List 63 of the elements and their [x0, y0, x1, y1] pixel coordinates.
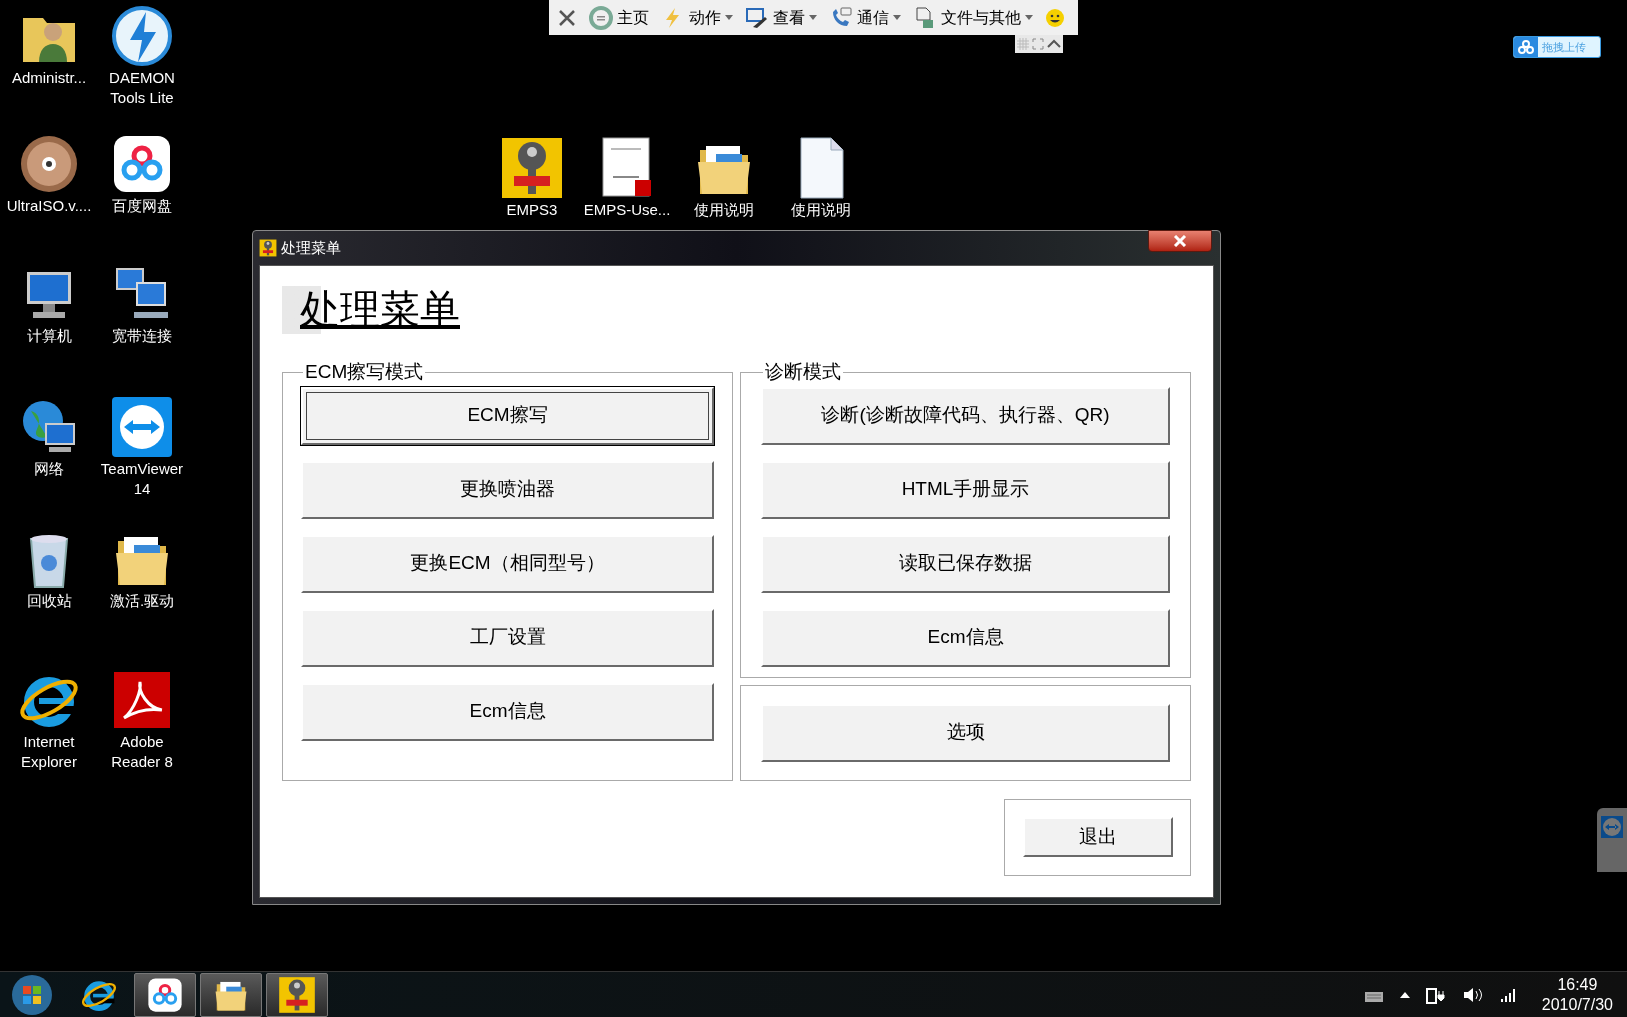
options-button[interactable]: 选项 — [761, 703, 1170, 762]
desktop-icon-label: EMPS3 — [506, 200, 558, 220]
taskbar-button[interactable] — [200, 972, 262, 1017]
cloud-app-icon — [146, 975, 184, 1014]
key-icon — [259, 239, 277, 257]
key-icon — [278, 975, 316, 1014]
close-icon — [557, 7, 577, 28]
caret-icon — [1025, 14, 1033, 21]
menu-button[interactable]: 更换喷油器 — [301, 460, 714, 519]
menu-button[interactable]: ECM擦写 — [301, 386, 714, 445]
caret-icon — [725, 14, 733, 21]
monitor-icon — [745, 5, 769, 30]
caret-up-icon[interactable] — [1399, 990, 1410, 999]
menu-button[interactable]: Ecm信息 — [301, 682, 714, 741]
lightning-disc-icon — [110, 4, 174, 68]
close-button[interactable] — [557, 7, 577, 28]
clock[interactable]: 16:49 2010/7/30 — [1541, 974, 1613, 1015]
caret-icon — [809, 14, 817, 21]
desktop-icon-label: 百度网盘 — [112, 196, 172, 216]
smiley-button[interactable] — [1045, 7, 1065, 28]
chevron-up-icon[interactable] — [1047, 39, 1062, 49]
menu-button[interactable]: 诊断(诊断故障代码、执行器、QR) — [761, 386, 1170, 445]
cloud-icon — [1518, 40, 1534, 54]
toolbar-menu-button[interactable]: 文件与其他 — [913, 5, 1033, 30]
desktop-icon-label: EMPS-Use... — [583, 200, 671, 220]
desktop-icon-label: 计算机 — [26, 326, 72, 346]
speaker-icon[interactable] — [1461, 985, 1484, 1004]
taskbar-button[interactable] — [134, 972, 196, 1017]
desktop-icon-label: 激活.驱动 — [109, 591, 175, 611]
signal-bars-icon[interactable] — [1499, 987, 1518, 1002]
desktop-icon-label: 网络 — [34, 459, 64, 479]
taskbar-button[interactable] — [266, 972, 328, 1017]
desktop-icon-label: 使用说明 — [791, 200, 851, 220]
circle-icon — [589, 5, 613, 30]
desktop-icon-label: UltraISO.v.... — [6, 196, 92, 216]
menu-button[interactable]: 更换ECM（相同型号） — [301, 534, 714, 593]
close-icon — [1173, 235, 1187, 247]
desktop-icon-label: Administr... — [11, 68, 87, 88]
desktop-icon-label: Internet Explorer — [20, 732, 78, 772]
double-arrow-icon — [1601, 816, 1623, 838]
exit-button[interactable]: 退出 — [1022, 817, 1173, 857]
desktop-icon-label: DAEMON Tools Lite — [108, 68, 176, 108]
desktop-icon-label: TeamViewer 14 — [99, 459, 185, 499]
close-button[interactable] — [1148, 230, 1212, 252]
toolbar-menu-button[interactable]: 查看 — [745, 5, 817, 30]
desktop-icon-label: Adobe Reader 8 — [110, 732, 174, 772]
desktop-icon-label: 使用说明 — [694, 200, 754, 220]
group-label: 诊断模式 — [764, 360, 842, 384]
toolbar-menu-button[interactable]: 通信 — [829, 5, 901, 30]
toolbar-menu-button[interactable]: 动作 — [661, 5, 733, 30]
menu-button[interactable]: 读取已保存数据 — [761, 534, 1170, 593]
smiley-icon — [1045, 7, 1065, 28]
toolbar-menu-button[interactable]: 主页 — [589, 5, 649, 30]
desktop-icon-label: 回收站 — [26, 591, 72, 611]
desktop-icon-label: 宽带连接 — [112, 326, 172, 346]
key-icon — [500, 136, 564, 200]
menu-button[interactable]: Ecm信息 — [761, 608, 1170, 667]
caret-icon — [893, 14, 901, 21]
windows-orb-icon — [11, 973, 53, 1016]
menu-button[interactable]: HTML手册显示 — [761, 460, 1170, 519]
group-label: ECM擦写模式 — [304, 360, 425, 384]
window-title: 处理菜单 — [281, 237, 341, 258]
menu-button[interactable]: 工厂设置 — [301, 608, 714, 667]
